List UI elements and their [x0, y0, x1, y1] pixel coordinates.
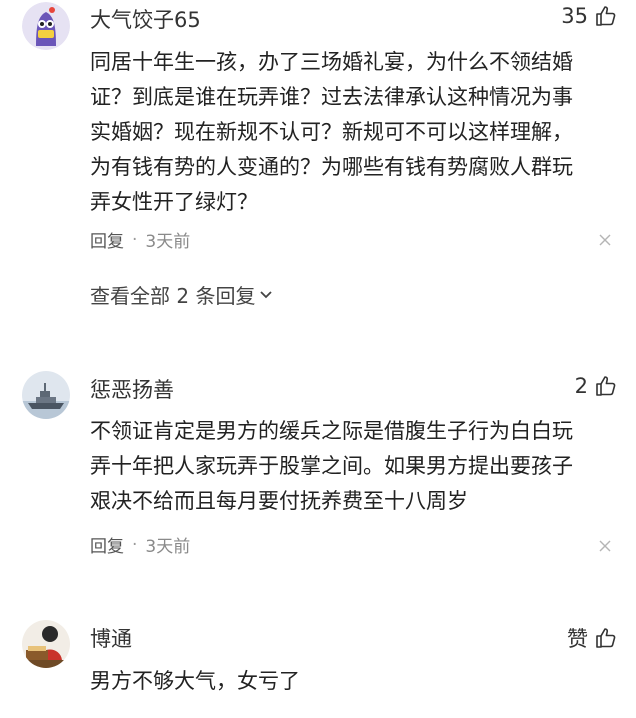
- like-button[interactable]: 赞: [567, 623, 618, 653]
- chevron-down-icon: [259, 283, 273, 307]
- avatar[interactable]: [22, 371, 70, 419]
- comment-text: 不领证肯定是男方的缓兵之际是借腹生子行为白白玩 弄十年把人家玩弄于股掌之间。如果…: [90, 414, 605, 519]
- reply-button[interactable]: 回复: [90, 227, 124, 252]
- comment-meta: 回复 · 3天前: [90, 532, 191, 558]
- like-button[interactable]: 35: [561, 4, 618, 28]
- view-all-replies-button[interactable]: 查看全部 2 条回复: [90, 280, 273, 309]
- comment-meta: 回复 · 3天前: [90, 227, 191, 253]
- comment-line: 证？到底是谁在玩弄谁？过去法律承认这种情况为事: [90, 85, 573, 109]
- timestamp: 3天前: [145, 537, 191, 557]
- close-icon[interactable]: [598, 232, 612, 246]
- reply-button[interactable]: 回复: [90, 532, 124, 557]
- like-button[interactable]: 2: [575, 374, 618, 398]
- separator: ·: [132, 229, 138, 250]
- comment-line: 不领证肯定是男方的缓兵之际是借腹生子行为白白玩: [90, 419, 573, 443]
- like-count: 2: [574, 374, 588, 398]
- comment-item: 惩恶扬善 2 不领证肯定是男方的缓兵之际是借腹生子行为白白玩 弄十年把人家玩弄于…: [0, 368, 636, 568]
- comment-text: 同居十年生一孩，办了三场婚礼宴，为什么不领结婚 证？到底是谁在玩弄谁？过去法律承…: [90, 45, 605, 220]
- comment-line: 弄女性开了绿灯？: [90, 190, 258, 214]
- view-all-replies-label: 查看全部 2 条回复: [90, 284, 256, 308]
- comment-line: 同居十年生一孩，办了三场婚礼宴，为什么不领结婚: [90, 50, 573, 74]
- avatar[interactable]: [22, 620, 70, 668]
- username[interactable]: 惩恶扬善: [90, 374, 174, 404]
- username[interactable]: 博通: [90, 623, 132, 653]
- thumbs-up-icon: [594, 4, 618, 28]
- comment-item: 大气饺子65 35 同居十年生一孩，办了三场婚礼宴，为什么不领结婚 证？到底是谁…: [0, 0, 636, 330]
- comment-line: 实婚姻？现在新规不认可？新规可不可以这样理解，: [90, 120, 573, 144]
- comment-line: 艰决不给而且每月要付抚养费至十八周岁: [90, 489, 468, 513]
- thumbs-up-icon: [594, 626, 618, 650]
- comment-text: 男方不够大气，女亏了: [90, 664, 605, 699]
- avatar[interactable]: [22, 2, 70, 50]
- thumbs-up-icon: [594, 374, 618, 398]
- like-label: 赞: [567, 627, 588, 651]
- close-icon[interactable]: [598, 538, 612, 552]
- comment-line: 为有钱有势的人变通的？为哪些有钱有势腐败人群玩: [90, 155, 573, 179]
- separator: ·: [132, 534, 138, 555]
- comment-item: 博通 赞 男方不够大气，女亏了: [0, 618, 636, 718]
- username[interactable]: 大气饺子65: [90, 4, 201, 34]
- timestamp: 3天前: [145, 232, 191, 252]
- comment-line: 弄十年把人家玩弄于股掌之间。如果男方提出要孩子: [90, 454, 573, 478]
- like-count: 35: [561, 4, 588, 28]
- comment-line: 男方不够大气，女亏了: [90, 669, 300, 693]
